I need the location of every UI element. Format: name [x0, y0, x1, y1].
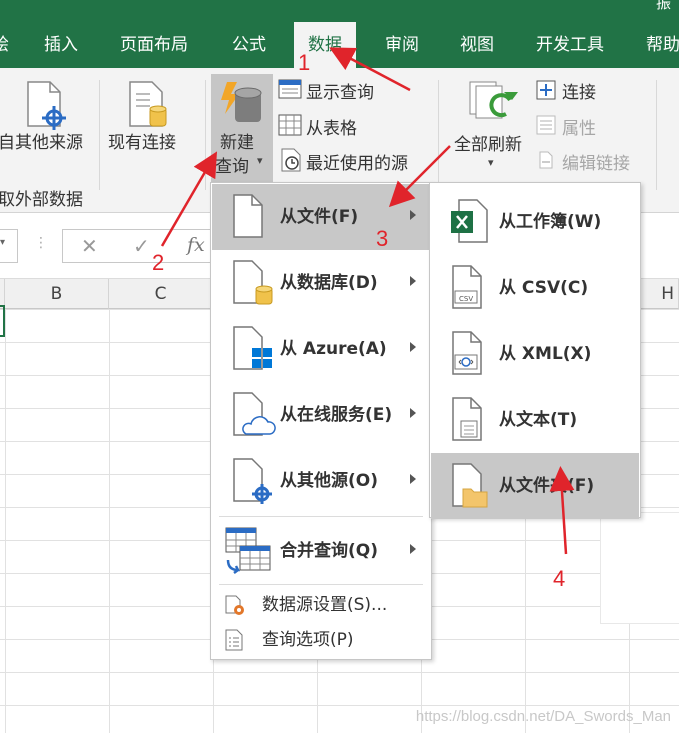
annotation-label-2: 2 [152, 250, 165, 275]
annotation-label-1: 1 [298, 50, 311, 75]
watermark: https://blog.csdn.net/DA_Swords_Man [415, 708, 671, 725]
annotation-arrow-3 [388, 145, 451, 208]
annotation-arrows [160, 47, 575, 555]
annotation-label-4: 4 [553, 566, 566, 591]
annotation-arrow-2 [160, 151, 218, 247]
annotation-arrow-1 [329, 47, 411, 92]
annotation-arrow-4 [549, 466, 575, 555]
annotation-label-3: 3 [376, 226, 389, 251]
